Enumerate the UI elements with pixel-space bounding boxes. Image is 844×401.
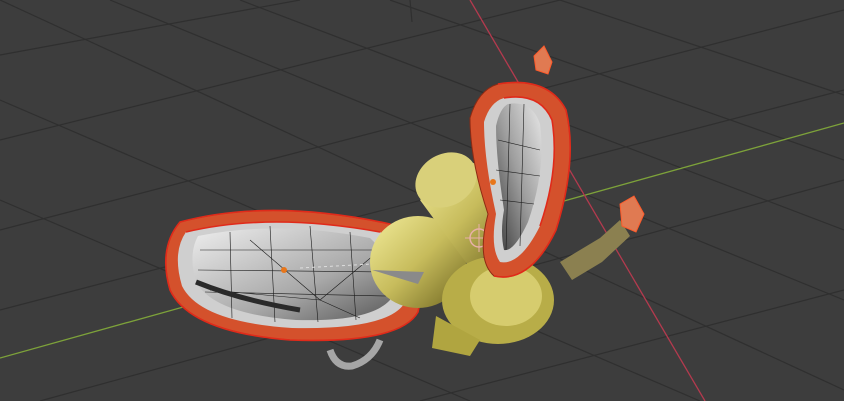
shell-right[interactable] bbox=[469, 81, 572, 278]
wing-mount-top[interactable] bbox=[533, 45, 553, 75]
origin-shell-right bbox=[490, 179, 496, 185]
3d-viewport[interactable] bbox=[0, 0, 844, 401]
viewport-canvas[interactable] bbox=[0, 0, 844, 401]
origin-shell-left bbox=[281, 267, 287, 273]
